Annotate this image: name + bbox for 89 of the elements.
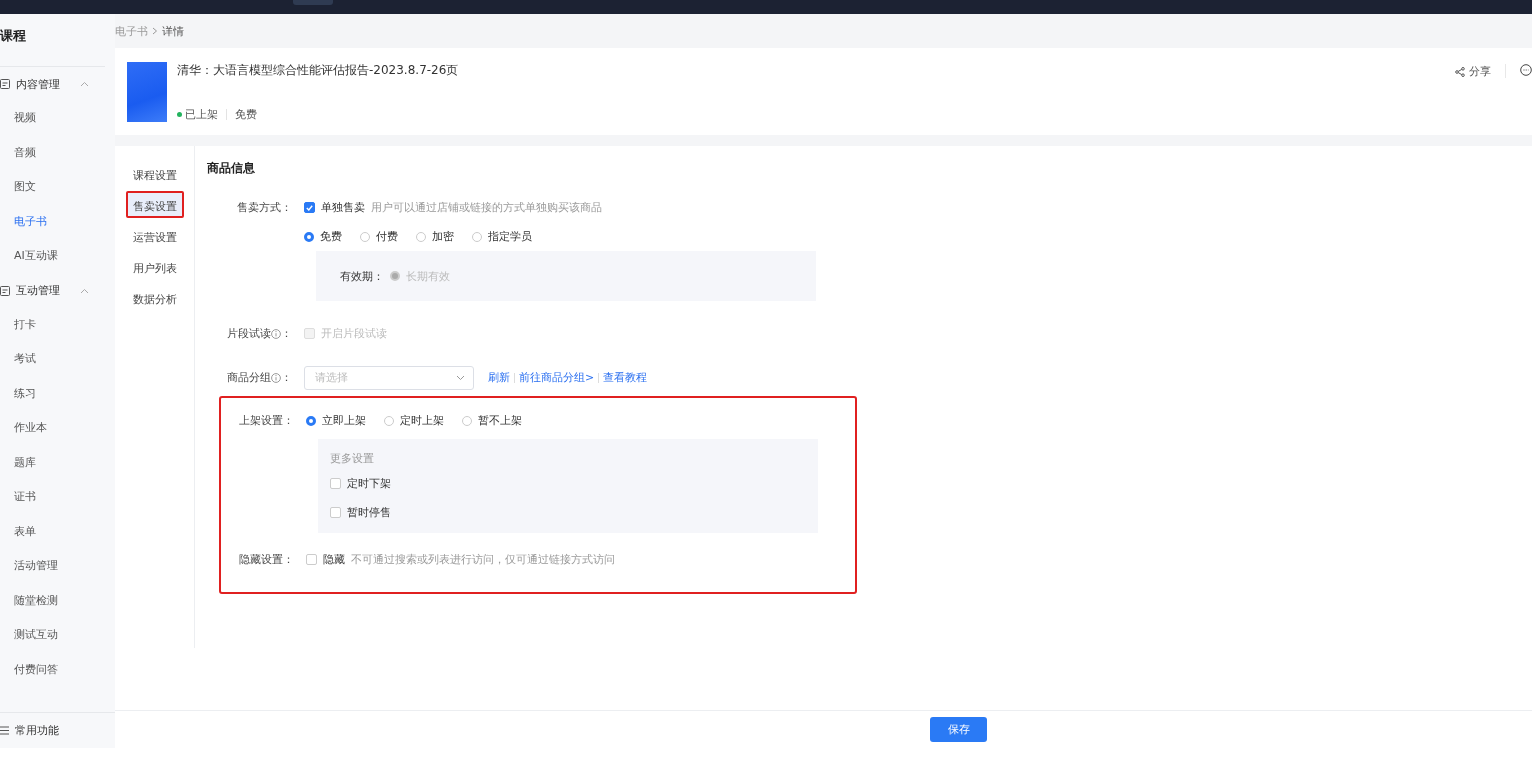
folder-icon [0,285,10,296]
menu-item[interactable]: 作业本 [0,411,115,446]
section-title: 商品信息 [207,160,256,177]
radio-option[interactable]: 免费 [304,229,342,244]
radio-button[interactable] [472,231,482,242]
chevron-right-icon [152,27,158,35]
menu-icon [0,726,9,735]
field-label: 有效期： [340,268,384,284]
topbar-tab[interactable] [293,0,333,5]
menu-item[interactable]: 常用功能 [15,723,59,738]
more-icon[interactable] [1520,64,1532,76]
checkbox[interactable] [306,554,317,565]
cover-image [127,62,167,122]
select-placeholder: 请选择 [315,370,348,385]
menu-item[interactable]: 表单 [0,514,115,549]
radio-option[interactable]: 付费 [360,229,398,244]
link[interactable]: 前往商品分组> [519,370,595,385]
hint-text: 用户可以通过店铺或链接的方式单独购买该商品 [371,200,602,215]
item-title: 清华：大语言模型综合性能评估报告-2023.8.7-26页 [177,62,460,79]
hint-text: 不可通过搜索或列表进行访问，仅可通过链接方式访问 [351,552,615,567]
radio-label: 免费 [320,229,342,244]
radio-option[interactable]: 指定学员 [472,229,532,244]
radio-option[interactable]: 定时上架 [384,413,444,428]
radio-button[interactable] [304,231,314,242]
save-button[interactable]: 保存 [930,717,987,742]
price-label: 免费 [235,107,257,122]
field-label: ： [281,370,292,385]
share-icon [1455,66,1465,77]
menu-group[interactable]: 互动管理 [16,283,60,298]
menu-item[interactable]: 打卡 [0,307,115,342]
menu-item[interactable]: 活动管理 [0,549,115,584]
field-label: 售卖方式： [237,200,292,215]
checkbox[interactable] [330,478,341,489]
menu-item[interactable]: 测试互动 [0,618,115,653]
settings-tab[interactable]: 运营设置 [125,222,184,249]
radio-button[interactable] [416,231,426,242]
radio-label: 立即上架 [322,413,366,428]
radio-label: 暂不上架 [478,413,522,428]
checkbox[interactable] [330,507,341,518]
radio-button[interactable] [360,231,370,242]
radio-option[interactable]: 立即上架 [306,413,366,428]
breadcrumb-current: 详情 [162,23,184,39]
menu-item[interactable]: 练习 [0,376,115,411]
info-icon [271,372,281,383]
radio-button[interactable] [462,415,472,426]
settings-tab[interactable]: 课程设置 [125,160,184,187]
settings-tab[interactable]: 数据分析 [125,284,184,311]
folder-icon [0,79,10,89]
menu-item[interactable]: 随堂检测 [0,583,115,618]
share-button[interactable]: 分享 [1455,64,1491,79]
info-icon [271,328,281,339]
field-label: ： [281,326,292,341]
menu-group[interactable]: 内容管理 [16,76,60,92]
menu-item[interactable]: AI互动课 [0,239,115,274]
radio-label: 加密 [432,229,454,244]
field-label: 商品分组 [227,370,271,385]
menu-item[interactable]: 证书 [0,480,115,515]
checkbox[interactable] [304,202,315,213]
radio-button[interactable] [306,415,316,426]
link[interactable]: 刷新 [488,370,510,385]
menu-item[interactable]: 电子书 [0,204,115,239]
menu-item[interactable]: 考试 [0,342,115,377]
field-label: 片段试读 [227,326,271,341]
radio-label: 长期有效 [406,268,450,284]
radio-option[interactable]: 暂不上架 [462,413,522,428]
menu-item[interactable]: 音频 [0,135,115,170]
chevron-down-icon [456,374,465,381]
menu-item[interactable]: 付费问答 [0,652,115,687]
checkbox-label[interactable]: 暂时停售 [347,505,391,520]
radio-button[interactable] [384,415,394,426]
check-icon [306,204,313,211]
checkbox-label[interactable]: 隐藏 [323,552,345,567]
link[interactable]: 查看教程 [603,370,648,385]
menu-item[interactable]: 题库 [0,445,115,480]
field-label: 隐藏设置： [239,552,294,567]
section-title: 课程 [0,27,27,45]
radio-label: 付费 [376,229,398,244]
checkbox-label[interactable]: 单独售卖 [321,200,365,215]
menu-item[interactable]: 图文 [0,170,115,205]
checkbox-label[interactable]: 定时下架 [347,476,391,491]
radio-label: 指定学员 [488,229,532,244]
settings-tab[interactable]: 用户列表 [125,253,184,280]
status-label: 已上架 [185,107,218,122]
panel-title: 更多设置 [330,451,375,467]
field-label: 上架设置： [239,413,294,428]
menu-item[interactable]: 视频 [0,101,115,136]
settings-tab[interactable]: 售卖设置 [125,191,184,218]
radio-label: 定时上架 [400,413,444,428]
radio-option[interactable]: 加密 [416,229,454,244]
